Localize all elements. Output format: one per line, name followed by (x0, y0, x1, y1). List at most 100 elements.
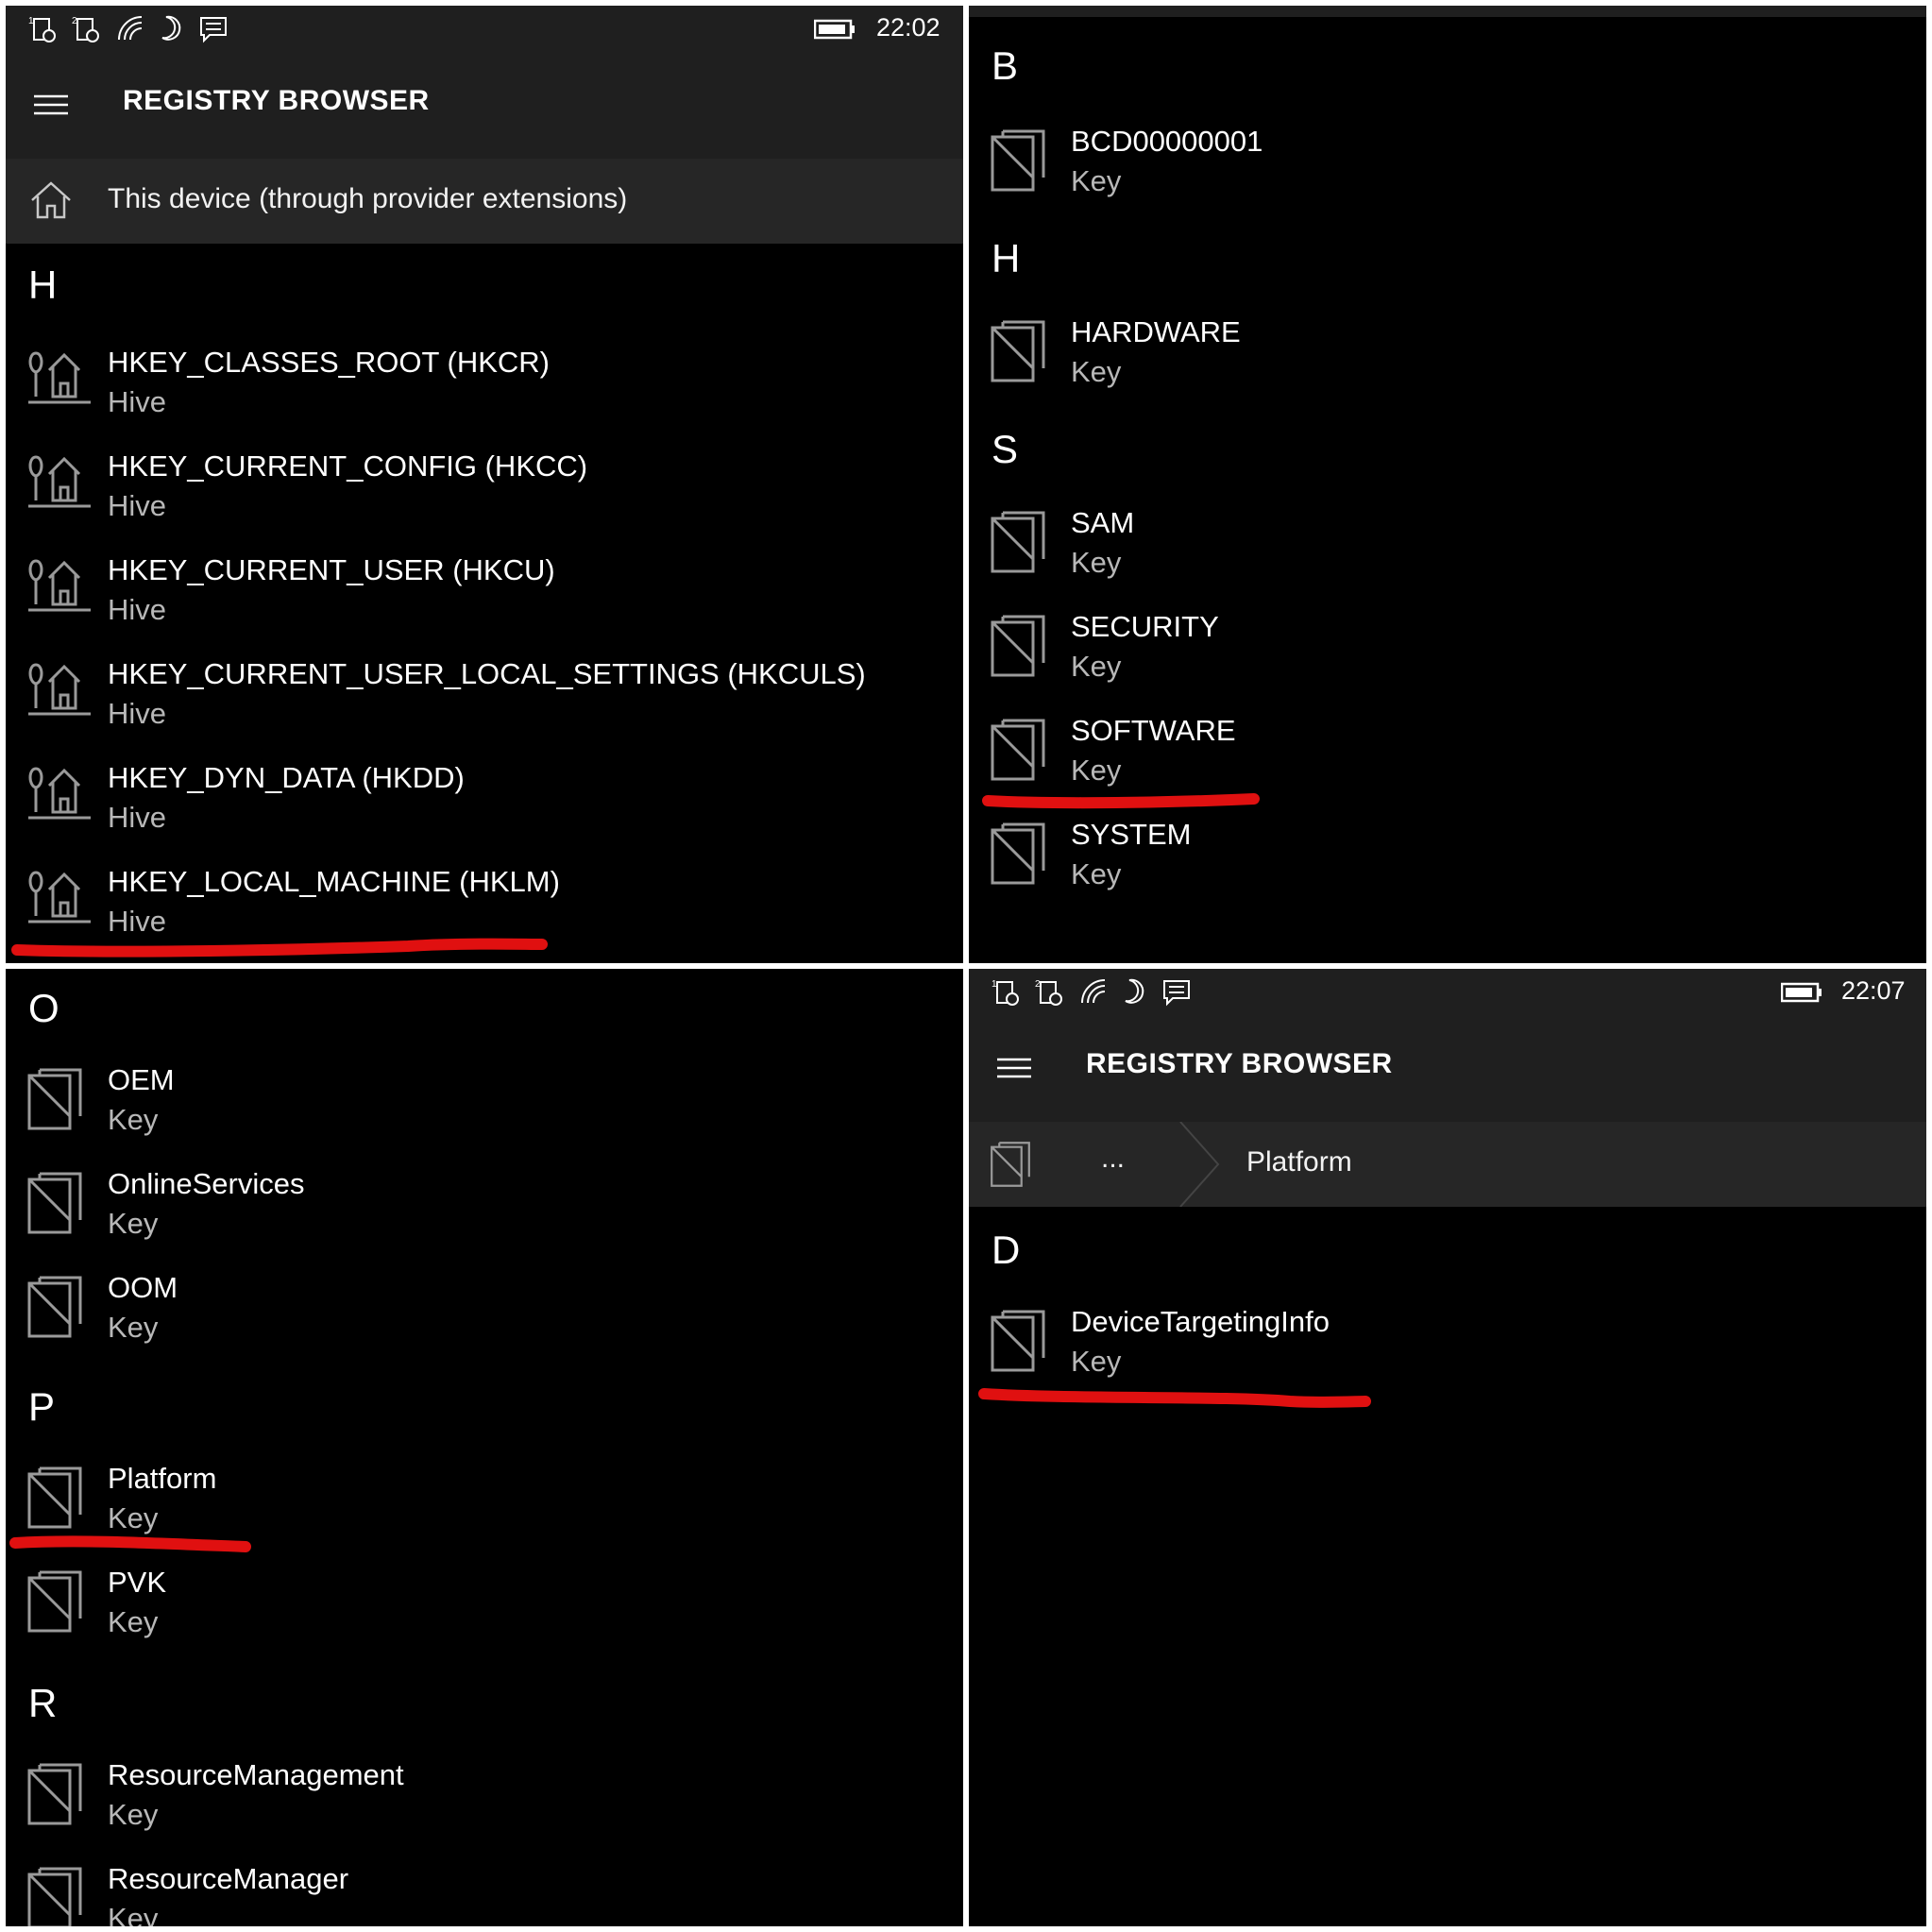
list-item[interactable]: ResourceManagement Key (6, 1758, 963, 1856)
app-titlebar: REGISTRY BROWSER (6, 51, 963, 159)
list-item[interactable]: HARDWARE Key (969, 315, 1926, 414)
list-item[interactable]: HKEY_DYN_DATA (HKDD) Hive (6, 761, 963, 859)
list-item[interactable]: HKEY_CURRENT_USER (HKCU) Hive (6, 553, 963, 652)
item-name: HKEY_LOCAL_MACHINE (HKLM) (108, 865, 560, 898)
wifi-icon (118, 16, 143, 41)
item-type: Hive (108, 489, 167, 522)
registry-key-icon (27, 1068, 82, 1130)
item-name: Platform (108, 1462, 217, 1495)
chevron-right-icon (1179, 1122, 1220, 1207)
item-type: Key (1071, 546, 1122, 579)
list-item[interactable]: SAM Key (969, 506, 1926, 604)
group-header: R (28, 1681, 58, 1725)
item-name: SOFTWARE (1071, 714, 1236, 747)
item-type: Key (1071, 355, 1122, 388)
item-type: Key (108, 1902, 159, 1926)
registry-key-icon (27, 1466, 82, 1529)
list-item[interactable]: BCD00000001 Key (969, 125, 1926, 223)
list-item[interactable]: ResourceManager Key (6, 1862, 963, 1926)
list-item[interactable]: SECURITY Key (969, 610, 1926, 708)
registry-key-icon (991, 1310, 1045, 1372)
registry-key-icon (991, 822, 1045, 885)
quiet-hours-icon (1125, 978, 1144, 1004)
group-header: H (991, 236, 1021, 280)
breadcrumb-ellipsis[interactable]: ... (1101, 1143, 1125, 1175)
message-icon (200, 17, 227, 43)
item-name: PVK (108, 1566, 167, 1599)
item-name: HKEY_DYN_DATA (HKDD) (108, 761, 465, 794)
list-item[interactable]: DeviceTargetingInfo Key (969, 1305, 1926, 1403)
home-icon (31, 181, 71, 219)
hamburger-icon[interactable] (997, 1057, 1031, 1079)
registry-key-icon (27, 1570, 82, 1633)
group-header: S (991, 427, 1019, 471)
item-type: Key (1071, 1345, 1122, 1378)
registry-key-icon (991, 615, 1045, 677)
clock: 22:07 (1841, 976, 1906, 1005)
list-item[interactable]: OOM Key (6, 1271, 963, 1369)
list-item[interactable]: HKEY_CURRENT_CONFIG (HKCC) Hive (6, 449, 963, 548)
sim2-icon: 2 (1035, 979, 1062, 1006)
hive-icon (28, 663, 91, 716)
list-item[interactable]: Platform Key (6, 1462, 963, 1560)
item-type: Key (1071, 164, 1122, 197)
hive-icon (28, 767, 91, 820)
item-type: Hive (108, 697, 167, 730)
group-header-h: H (28, 263, 58, 307)
list-item[interactable]: HKEY_CLASSES_ROOT (HKCR) Hive (6, 346, 963, 444)
hive-icon (28, 871, 91, 924)
item-type: Hive (108, 385, 167, 418)
item-name: HARDWARE (1071, 315, 1241, 348)
screenshot-panel-3: O OEM Key OnlineServices Key OOM Key P Platform K… (6, 969, 963, 1926)
item-name: HKEY_CLASSES_ROOT (HKCR) (108, 346, 550, 379)
item-name: DeviceTargetingInfo (1071, 1305, 1330, 1338)
item-type: Key (108, 1501, 159, 1534)
location-bar[interactable]: This device (through provider extensions… (6, 159, 963, 244)
item-name: HKEY_CURRENT_CONFIG (HKCC) (108, 449, 588, 483)
list-item[interactable]: OEM Key (6, 1063, 963, 1161)
list-item[interactable]: SOFTWARE Key (969, 714, 1926, 812)
status-icons: 1 2 (28, 11, 229, 45)
hive-icon (28, 559, 91, 612)
list-item[interactable]: OnlineServices Key (6, 1167, 963, 1265)
hamburger-icon[interactable] (34, 93, 68, 116)
clock: 22:02 (876, 13, 941, 42)
screenshot-panel-1: 1 2 22:02 REGISTRY BROWSER This device (… (6, 6, 963, 963)
item-name: HKEY_CURRENT_USER (HKCU) (108, 553, 555, 586)
item-type: Key (108, 1798, 159, 1831)
item-name: SAM (1071, 506, 1135, 539)
group-header: O (28, 986, 59, 1030)
app-title: REGISTRY BROWSER (123, 85, 430, 116)
app-title: REGISTRY BROWSER (1086, 1048, 1393, 1079)
status-bar-edge (969, 6, 1926, 17)
battery-icon (1781, 982, 1822, 1003)
item-name: ResourceManager (108, 1862, 349, 1895)
item-name: ResourceManagement (108, 1758, 404, 1791)
sim1-icon: 1 (28, 16, 56, 42)
item-name: SECURITY (1071, 610, 1219, 643)
status-bar: 1 2 22:02 (6, 6, 963, 51)
list-item[interactable]: PVK Key (6, 1566, 963, 1664)
item-type: Key (1071, 650, 1122, 683)
registry-key-icon (991, 511, 1045, 573)
registry-key-icon (27, 1276, 82, 1338)
wifi-icon (1081, 979, 1106, 1004)
item-name: BCD00000001 (1071, 125, 1263, 158)
screenshot-panel-4: 1 2 22:07 REGISTRY BROWSER ... Platform … (969, 969, 1926, 1926)
item-name: HKEY_CURRENT_USER_LOCAL_SETTINGS (HKCULS… (108, 657, 866, 690)
registry-key-icon[interactable] (990, 1141, 1031, 1188)
item-name: OOM (108, 1271, 178, 1304)
item-type: Key (1071, 857, 1122, 890)
item-name: OnlineServices (108, 1167, 305, 1200)
registry-key-icon (991, 320, 1045, 382)
location-label: This device (through provider extensions… (108, 183, 628, 214)
list-item[interactable]: HKEY_LOCAL_MACHINE (HKLM) Hive (6, 865, 963, 963)
list-item[interactable]: HKEY_CURRENT_USER_LOCAL_SETTINGS (HKCULS… (6, 657, 963, 755)
status-bar: 1 2 22:07 (969, 969, 1926, 1014)
breadcrumb-current[interactable]: Platform (1246, 1146, 1352, 1178)
app-titlebar: REGISTRY BROWSER (969, 1014, 1926, 1122)
item-type: Key (108, 1311, 159, 1344)
breadcrumb: ... Platform (969, 1122, 1926, 1207)
list-item[interactable]: SYSTEM Key (969, 818, 1926, 916)
quiet-hours-icon (161, 15, 181, 41)
